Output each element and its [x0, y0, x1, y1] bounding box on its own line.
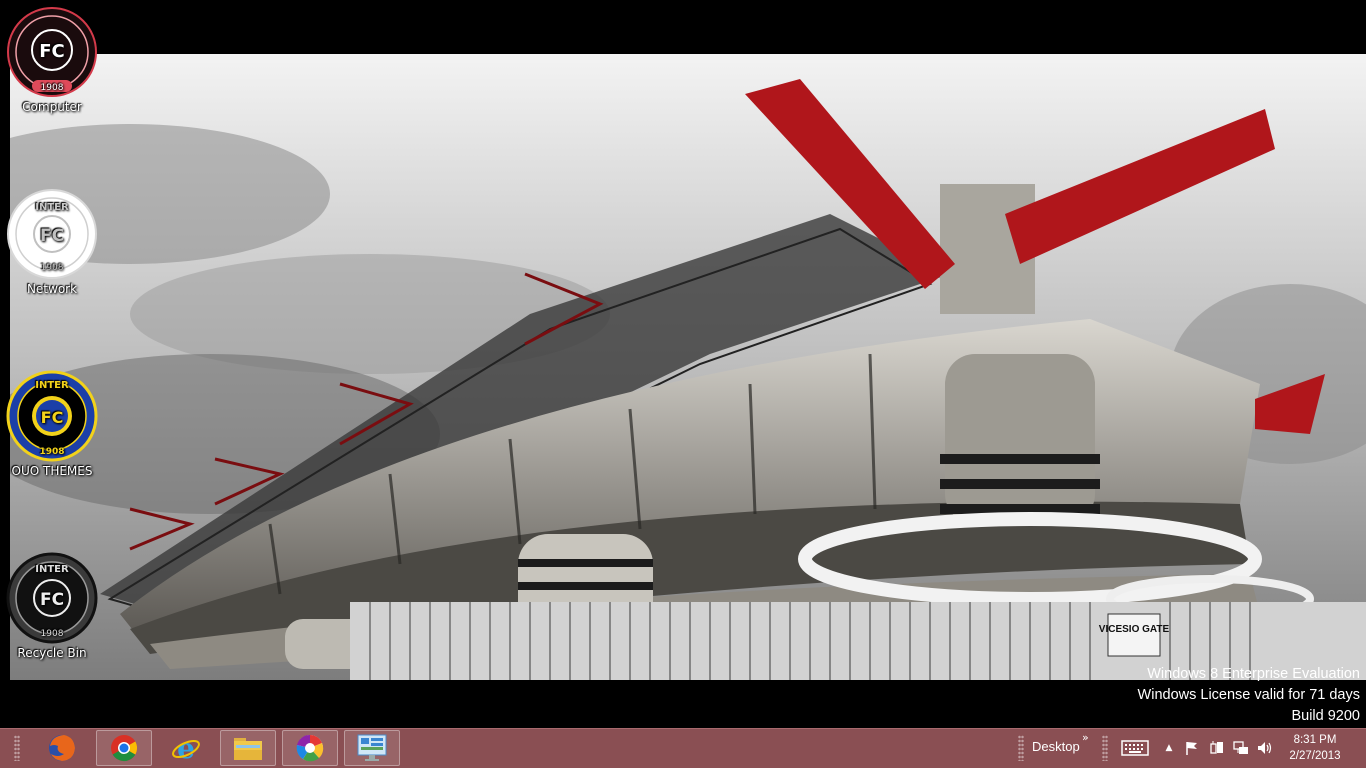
desktop-icon-recycle-bin[interactable]: INTER FC 1908 Recycle Bin: [2, 552, 102, 660]
taskbar-internet-explorer[interactable]: e: [158, 730, 214, 766]
picasa-icon: [296, 734, 324, 762]
taskbar-picasa[interactable]: [282, 730, 338, 766]
desktop: VICESIO GATE FC 1908 Computer INTER FC 1…: [0, 0, 1366, 728]
computer-icon: FC 1908: [7, 7, 97, 97]
taskbar-firefox[interactable]: [34, 730, 90, 766]
svg-text:FC: FC: [41, 408, 64, 427]
show-hidden-icons-button[interactable]: ▲: [1160, 739, 1178, 757]
desktop-icon-label: Computer: [22, 100, 82, 114]
svg-text:FC: FC: [40, 226, 64, 246]
desktop-toolbar-button[interactable]: Desktop: [1032, 739, 1080, 754]
volume-tray-button[interactable]: [1256, 739, 1274, 757]
action-center-button[interactable]: [1183, 739, 1201, 757]
watermark-build: Build 9200: [1291, 708, 1360, 724]
svg-text:INTER: INTER: [35, 202, 69, 213]
network-tray-button[interactable]: [1232, 739, 1250, 757]
file-explorer-icon: [234, 738, 262, 760]
speaker-icon: [1258, 742, 1272, 754]
taskbar-file-explorer[interactable]: [220, 730, 276, 766]
desktop-icon-label: Network: [26, 282, 78, 296]
watermark-edition: Windows 8 Enterprise Evaluation: [1147, 666, 1360, 682]
wallpaper-stadium: VICESIO GATE: [10, 54, 1366, 680]
network-icon: INTER FC 1908: [7, 189, 97, 279]
taskbar-grip[interactable]: [14, 735, 20, 761]
windows-evaluation-watermark: Windows 8 Enterprise Evaluation Windows …: [1138, 664, 1360, 727]
ouo-themes-icon: INTER FC 1908: [6, 370, 98, 462]
recycle-bin-icon: INTER FC 1908: [6, 552, 98, 644]
taskbar: e Desktop » ▲ 8:31 PM 2/27/2013: [0, 728, 1366, 768]
chrome-icon: [111, 735, 138, 762]
internet-explorer-icon: e: [172, 732, 200, 764]
desktop-icon-label: Recycle Bin: [17, 646, 87, 660]
svg-text:1908: 1908: [41, 629, 64, 639]
taskbar-control-panel[interactable]: [344, 730, 400, 766]
clock-date: 2/27/2013: [1289, 750, 1341, 762]
devices-tray-button[interactable]: [1208, 739, 1226, 757]
desktop-toolbar-grip[interactable]: [1018, 735, 1024, 761]
svg-text:1908: 1908: [41, 263, 64, 273]
svg-text:INTER: INTER: [35, 564, 69, 575]
svg-text:INTER: INTER: [35, 380, 69, 391]
svg-text:e: e: [177, 732, 195, 764]
desktop-icon-computer[interactable]: FC 1908 Computer: [2, 6, 102, 114]
keyboard-icon: [1121, 740, 1149, 756]
desktop-icon-label: OUO THEMES: [11, 464, 93, 478]
flag-icon: [1186, 742, 1197, 755]
control-panel-icon: [357, 734, 387, 761]
svg-text:FC: FC: [39, 41, 65, 62]
taskbar-chrome[interactable]: [96, 730, 152, 766]
clock-time: 8:31 PM: [1293, 734, 1337, 746]
device-icon: [1210, 741, 1223, 754]
tray-grip[interactable]: [1102, 735, 1108, 761]
firefox-icon: [49, 735, 75, 761]
toolbar-chevron-icon[interactable]: »: [1082, 731, 1089, 744]
svg-text:1908: 1908: [41, 83, 64, 93]
desktop-icon-ouo-themes[interactable]: INTER FC 1908 OUO THEMES: [2, 370, 102, 478]
svg-text:1908: 1908: [39, 447, 64, 457]
desktop-icon-network[interactable]: INTER FC 1908 Network: [2, 188, 102, 296]
gate-sign-text: VICESIO GATE: [1099, 624, 1170, 635]
touch-keyboard-button[interactable]: [1120, 739, 1150, 757]
svg-text:FC: FC: [40, 590, 64, 610]
system-clock[interactable]: 8:31 PM 2/27/2013: [1280, 732, 1350, 764]
watermark-license: Windows License valid for 71 days: [1137, 687, 1360, 703]
network-status-icon: [1233, 741, 1248, 754]
